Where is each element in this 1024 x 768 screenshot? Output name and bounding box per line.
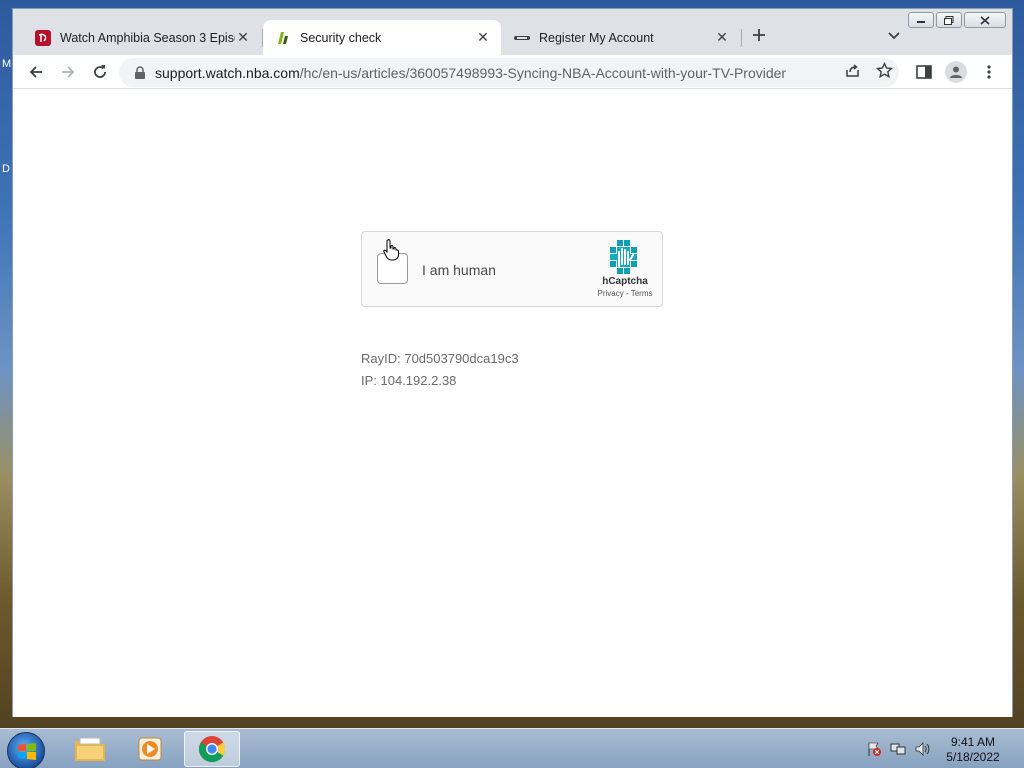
captcha-privacy-terms-links[interactable]: Privacy - Terms xyxy=(586,289,664,298)
request-info: RayID: 70d503790dca19c3 IP: 104.192.2.38 xyxy=(361,348,519,392)
network-icon[interactable] xyxy=(890,741,906,757)
chrome-taskbar-button[interactable] xyxy=(184,731,240,767)
minimize-button[interactable] xyxy=(908,12,934,28)
lock-icon[interactable] xyxy=(133,65,147,80)
side-panel-icon[interactable] xyxy=(915,63,933,81)
share-icon[interactable] xyxy=(844,62,861,79)
desktop-label: M xyxy=(2,58,12,70)
ip-address: IP: 104.192.2.38 xyxy=(361,373,457,388)
close-icon xyxy=(980,15,990,25)
system-clock[interactable]: 9:41 AM 5/18/2022 xyxy=(934,735,1012,765)
taskbar: 9:41 AM 5/18/2022 xyxy=(0,728,1024,768)
windows-logo-icon xyxy=(18,743,36,760)
close-tab-icon[interactable]: ✕ xyxy=(235,29,251,46)
close-window-button[interactable] xyxy=(964,12,1006,28)
chevron-down-icon xyxy=(888,32,900,40)
url-text[interactable]: support.watch.nba.com/hc/en-us/articles/… xyxy=(155,65,899,81)
profile-button[interactable] xyxy=(945,61,967,83)
desktop-label: D xyxy=(2,163,10,175)
clock-date: 5/18/2022 xyxy=(946,750,1000,764)
clock-time: 9:41 AM xyxy=(950,735,996,749)
tab-register-account[interactable]: Register My Account ✕ xyxy=(502,20,740,55)
tab-security-check[interactable]: Security check ✕ xyxy=(263,20,501,55)
action-center-flag-icon[interactable] xyxy=(866,741,882,757)
plus-icon xyxy=(753,29,765,41)
bookmark-star-icon[interactable] xyxy=(876,62,893,79)
url-host: support.watch.nba.com xyxy=(155,64,300,81)
browser-window: Watch Amphibia Season 3 Episo ✕ Security… xyxy=(12,8,1013,717)
minimize-icon xyxy=(917,21,925,23)
captcha-label: I am human xyxy=(422,262,496,278)
tab-title: Watch Amphibia Season 3 Episo xyxy=(60,30,235,45)
folder-icon xyxy=(75,737,105,761)
file-explorer-taskbar-button[interactable] xyxy=(62,731,118,767)
browser-toolbar: support.watch.nba.com/hc/en-us/articles/… xyxy=(13,55,1012,89)
tab-search-button[interactable] xyxy=(887,28,901,46)
hand-cursor-icon xyxy=(383,239,399,261)
tab-amphibia[interactable]: Watch Amphibia Season 3 Episo ✕ xyxy=(23,20,261,55)
new-tab-button[interactable] xyxy=(751,26,767,49)
hcaptcha-widget: I am human hCaptcha Privacy - Terms xyxy=(361,231,663,307)
hcaptcha-logo-icon xyxy=(610,240,637,274)
volume-icon[interactable] xyxy=(914,741,930,757)
kebab-menu-icon[interactable] xyxy=(980,63,998,81)
maximize-button[interactable] xyxy=(936,12,962,28)
restore-icon xyxy=(944,15,954,25)
ray-id: RayID: 70d503790dca19c3 xyxy=(361,351,519,366)
page-content: I am human hCaptcha Privacy - Terms RayI… xyxy=(13,90,1012,717)
forward-arrow-icon[interactable] xyxy=(59,63,77,81)
reload-icon[interactable] xyxy=(91,63,109,81)
window-controls xyxy=(908,12,1006,28)
tab-strip: Watch Amphibia Season 3 Episo ✕ Security… xyxy=(13,9,1012,55)
media-player-icon xyxy=(138,737,162,761)
media-player-taskbar-button[interactable] xyxy=(122,731,178,767)
back-arrow-icon[interactable] xyxy=(27,63,45,81)
chrome-icon xyxy=(198,736,226,763)
tab-divider xyxy=(741,29,742,47)
tab-title: Security check xyxy=(300,30,382,45)
disney-plus-icon xyxy=(35,29,51,46)
captcha-brand: hCaptcha xyxy=(602,276,648,287)
profile-avatar-icon xyxy=(950,66,962,78)
url-path: /hc/en-us/articles/360057498993-Syncing-… xyxy=(299,64,787,81)
close-tab-icon[interactable]: ✕ xyxy=(714,29,730,46)
account-site-icon xyxy=(514,35,530,40)
address-bar[interactable]: support.watch.nba.com/hc/en-us/articles/… xyxy=(119,58,899,87)
nba-security-icon xyxy=(278,31,288,44)
start-button[interactable] xyxy=(7,732,45,768)
close-tab-icon[interactable]: ✕ xyxy=(475,29,491,46)
tab-title: Register My Account xyxy=(539,30,654,45)
